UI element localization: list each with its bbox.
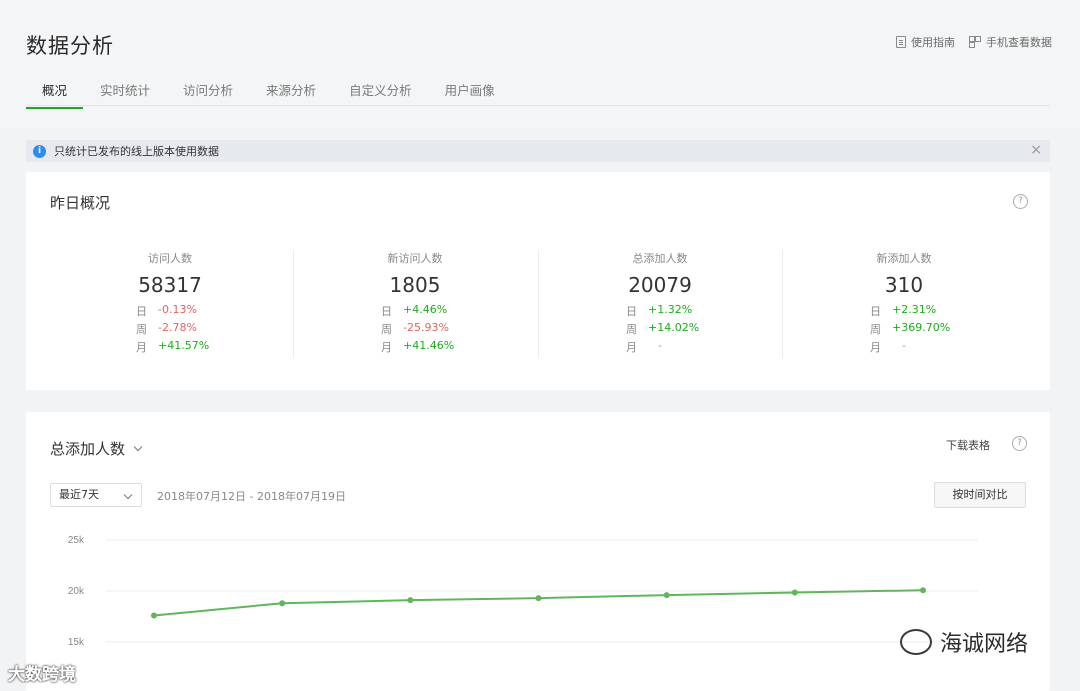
qr-code-icon bbox=[969, 36, 981, 48]
stat-value: 58317 bbox=[138, 273, 202, 297]
row-value: +2.31% bbox=[892, 303, 937, 316]
row-key: 日 bbox=[626, 305, 637, 318]
row-value: +41.57% bbox=[158, 339, 210, 352]
row-value: - bbox=[902, 339, 906, 352]
stat-changes: 日 +4.46% 周 -25.93% 月 +41.46% bbox=[381, 303, 454, 357]
row-key: 日 bbox=[381, 305, 392, 318]
stat-new-added: 新添加人数 310 日 +2.31% 周 +369.70% 月- bbox=[782, 250, 1026, 358]
stat-total-added: 总添加人数 20079 日 +1.32% 周 +14.02% 月- bbox=[538, 250, 782, 358]
y-tick-label: 25k bbox=[68, 535, 85, 546]
overview-card: 昨日概况 ? 访问人数 58317 日 -0.13% 周 -2.78% 月 +41.5… bbox=[26, 172, 1050, 390]
trend-chart: 25k 20k 15k bbox=[68, 535, 978, 648]
stat-row-week: 周 +369.70% bbox=[870, 321, 950, 339]
compare-by-time-button[interactable]: 按时间对比 bbox=[934, 482, 1026, 508]
stat-row-month: 月- bbox=[870, 339, 950, 357]
row-key: 周 bbox=[136, 323, 147, 336]
data-point[interactable] bbox=[663, 592, 670, 599]
date-range-text: 2018年07月12日 - 2018年07月19日 bbox=[157, 490, 346, 503]
stat-row-day: 日 -0.13% bbox=[136, 303, 209, 321]
data-point[interactable] bbox=[920, 587, 926, 594]
data-point[interactable] bbox=[791, 589, 798, 596]
row-key: 月 bbox=[870, 341, 881, 354]
stat-row-month: 月 +41.46% bbox=[381, 339, 454, 357]
row-value: - bbox=[658, 339, 662, 352]
stat-row-day: 日 +4.46% bbox=[381, 303, 454, 321]
row-value: +41.46% bbox=[403, 339, 455, 352]
row-value: +369.70% bbox=[892, 321, 951, 334]
top-links: 使用指南 手机查看数据 bbox=[896, 34, 1052, 50]
stat-label: 新添加人数 bbox=[876, 252, 932, 265]
row-key: 日 bbox=[870, 305, 881, 318]
stat-value: 1805 bbox=[389, 273, 441, 297]
metric-dropdown[interactable]: 总添加人数 bbox=[50, 438, 143, 459]
help-icon[interactable]: ? bbox=[1012, 436, 1027, 451]
row-key: 周 bbox=[381, 323, 392, 336]
range-select-value: 最近7天 bbox=[59, 488, 99, 501]
notice-bar: i 只统计已发布的线上版本使用数据 × bbox=[26, 140, 1050, 162]
row-key: 月 bbox=[381, 341, 392, 354]
trend-card: 总添加人数 下载表格 ? 最近7天 2018年07月12日 - 2018年07月… bbox=[26, 412, 1050, 691]
row-value: -2.78% bbox=[158, 321, 197, 334]
stat-label: 新访问人数 bbox=[387, 252, 443, 265]
page-title: 数据分析 bbox=[26, 34, 114, 58]
data-point[interactable] bbox=[407, 597, 414, 604]
stat-new-visitors: 新访问人数 1805 日 +4.46% 周 -25.93% 月 +41.46% bbox=[293, 250, 537, 358]
stat-value: 310 bbox=[884, 273, 924, 297]
row-key: 月 bbox=[136, 341, 147, 354]
row-value: +1.32% bbox=[648, 303, 693, 316]
guide-link-label: 使用指南 bbox=[911, 36, 955, 49]
row-key: 日 bbox=[136, 305, 147, 318]
y-tick-label: 15k bbox=[68, 637, 85, 648]
chat-bubble-icon bbox=[900, 629, 932, 655]
stat-visitors: 访问人数 58317 日 -0.13% 周 -2.78% 月 +41.57% bbox=[48, 250, 292, 358]
row-value: -25.93% bbox=[403, 321, 449, 334]
stat-row-month: 月 +41.57% bbox=[136, 339, 209, 357]
stat-row-day: 日 +1.32% bbox=[626, 303, 699, 321]
stat-row-month: 月- bbox=[626, 339, 699, 357]
stat-label: 访问人数 bbox=[148, 252, 192, 265]
watermark-right: 海诚网络 bbox=[900, 626, 1028, 658]
stat-value: 20079 bbox=[628, 273, 692, 297]
stat-changes: 日 +2.31% 周 +369.70% 月- bbox=[870, 303, 950, 357]
guide-link[interactable]: 使用指南 bbox=[896, 34, 955, 50]
row-value: -0.13% bbox=[158, 303, 197, 316]
stat-row-day: 日 +2.31% bbox=[870, 303, 950, 321]
metric-dropdown-label: 总添加人数 bbox=[50, 440, 126, 458]
row-key: 周 bbox=[626, 323, 637, 336]
top-bar: 数据分析 使用指南 手机查看数据 概况 实时统计 访问分析 来源分析 自定义分析… bbox=[0, 0, 1080, 128]
notice-text: 只统计已发布的线上版本使用数据 bbox=[54, 145, 219, 158]
stat-changes: 日 -0.13% 周 -2.78% 月 +41.57% bbox=[136, 303, 209, 357]
data-point[interactable] bbox=[535, 595, 542, 602]
data-point[interactable] bbox=[279, 600, 286, 607]
overview-title: 昨日概况 bbox=[50, 194, 111, 212]
watermark-left: 大数跨境 bbox=[8, 665, 76, 685]
tabs-divider bbox=[26, 105, 1050, 106]
series-line bbox=[153, 589, 924, 617]
range-select[interactable]: 最近7天 bbox=[50, 483, 142, 507]
mobile-view-link[interactable]: 手机查看数据 bbox=[969, 34, 1052, 50]
document-icon bbox=[896, 36, 906, 48]
stat-changes: 日 +1.32% 周 +14.02% 月- bbox=[626, 303, 699, 357]
mobile-view-link-label: 手机查看数据 bbox=[986, 36, 1052, 49]
watermark-right-text: 海诚网络 bbox=[940, 632, 1029, 657]
chevron-down-icon bbox=[123, 490, 133, 500]
close-icon[interactable]: × bbox=[1030, 142, 1042, 158]
y-tick-label: 20k bbox=[68, 586, 85, 597]
stat-row-week: 周 +14.02% bbox=[626, 321, 699, 339]
stat-row-week: 周 -25.93% bbox=[381, 321, 454, 339]
stat-label: 总添加人数 bbox=[632, 252, 688, 265]
row-value: +14.02% bbox=[648, 321, 700, 334]
help-icon[interactable]: ? bbox=[1013, 194, 1028, 209]
data-point[interactable] bbox=[151, 612, 157, 619]
row-value: +4.46% bbox=[403, 303, 448, 316]
row-key: 月 bbox=[626, 341, 637, 354]
info-icon: i bbox=[33, 144, 46, 158]
stat-row-week: 周 -2.78% bbox=[136, 321, 209, 339]
row-key: 周 bbox=[870, 323, 881, 336]
chevron-down-icon bbox=[133, 442, 143, 451]
download-table-link[interactable]: 下载表格 bbox=[946, 437, 990, 453]
